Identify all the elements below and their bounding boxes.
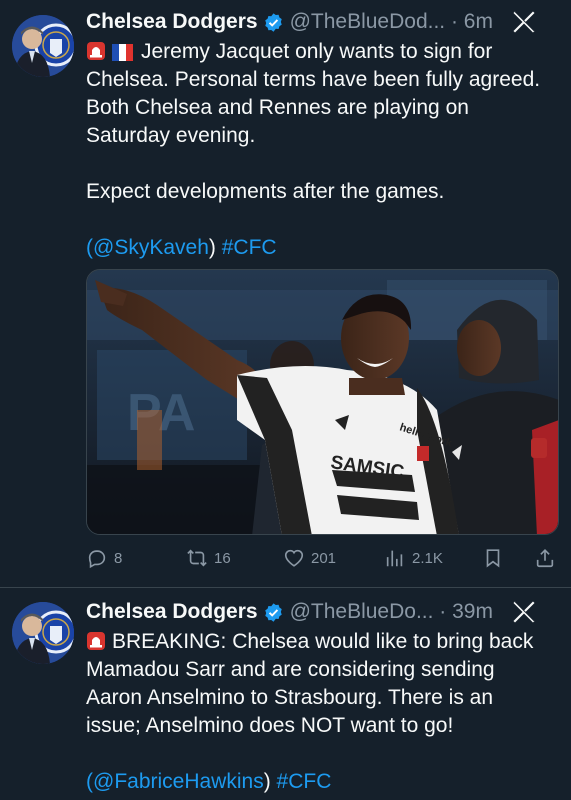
tweet-card[interactable]: Chelsea Dodgers @TheBlueDod... · 6m Jere…	[0, 0, 571, 588]
france-flag-icon	[112, 44, 133, 61]
verified-badge-icon	[264, 602, 282, 622]
tweet-line: Both Chelsea and Rennes are playing on	[86, 96, 469, 119]
share-icon	[536, 549, 554, 568]
tweet-line: issue; Anselmino does NOT want to go!	[86, 714, 454, 737]
tweet-text: BREAKING: Chelsea would like to bring ba…	[86, 628, 551, 796]
tweet-card[interactable]: Chelsea Dodgers @TheBlueDo... · 39m BREA…	[0, 588, 571, 800]
like-count: 201	[311, 549, 337, 567]
tweet-line: Saturday evening.	[86, 124, 256, 147]
reply-count: 8	[114, 549, 123, 567]
tweet-line: Expect developments after the games.	[86, 180, 445, 203]
handle-and-time[interactable]: @TheBlueDod... · 6m	[290, 10, 493, 34]
repost-button[interactable]: 16	[186, 544, 231, 572]
x-logo-icon[interactable]	[511, 9, 537, 35]
open-paren: (	[86, 770, 93, 793]
tweet-line: Aaron Anselmino to Strasbourg. There is …	[86, 686, 494, 709]
bookmark-button[interactable]	[482, 544, 504, 572]
share-button[interactable]	[534, 544, 556, 572]
tweet-line: BREAKING: Chelsea would like to bring ba…	[112, 630, 534, 653]
views-button[interactable]: 2.1K	[384, 544, 443, 572]
avatar[interactable]	[12, 15, 74, 77]
siren-emoji-icon	[87, 42, 105, 60]
open-paren: (	[86, 236, 93, 259]
mention-link[interactable]: @FabriceHawkins	[93, 770, 264, 793]
reply-icon	[88, 550, 106, 569]
avatar[interactable]	[12, 602, 74, 664]
reply-button[interactable]: 8	[86, 544, 122, 572]
repost-count: 16	[214, 549, 231, 567]
author-name[interactable]: Chelsea Dodgers	[86, 10, 258, 34]
heart-icon	[284, 549, 304, 567]
tweet-line: Mamadou Sarr and are considering sending	[86, 658, 495, 681]
view-count: 2.1K	[412, 549, 443, 567]
close-paren: )	[263, 770, 271, 793]
hashtag-link[interactable]: #CFC	[277, 770, 332, 793]
like-button[interactable]: 201	[283, 544, 336, 572]
tweet-header: Chelsea Dodgers @TheBlueDo... · 39m	[86, 597, 551, 627]
views-icon	[386, 550, 403, 567]
repost-icon	[187, 549, 207, 567]
tweet-photo[interactable]: PA SAMSIC hello work	[86, 269, 559, 535]
tweet-line: Chelsea. Personal terms have been fully …	[86, 68, 541, 91]
tweet-text: Jeremy Jacquet only wants to sign for Ch…	[86, 38, 551, 262]
author-name[interactable]: Chelsea Dodgers	[86, 600, 258, 624]
handle-and-time[interactable]: @TheBlueDo... · 39m	[290, 600, 493, 624]
bookmark-icon	[486, 549, 500, 568]
hashtag-link[interactable]: #CFC	[222, 236, 277, 259]
tweet-line: Jeremy Jacquet only wants to sign for	[141, 40, 493, 63]
mention-link[interactable]: @SkyKaveh	[93, 236, 209, 259]
close-paren: )	[208, 236, 216, 259]
tweet-actions: 8 16 201 2.1K	[86, 544, 559, 572]
siren-emoji-icon	[87, 632, 105, 650]
x-logo-icon[interactable]	[511, 599, 537, 625]
tweet-header: Chelsea Dodgers @TheBlueDod... · 6m	[86, 7, 551, 37]
verified-badge-icon	[264, 12, 282, 32]
